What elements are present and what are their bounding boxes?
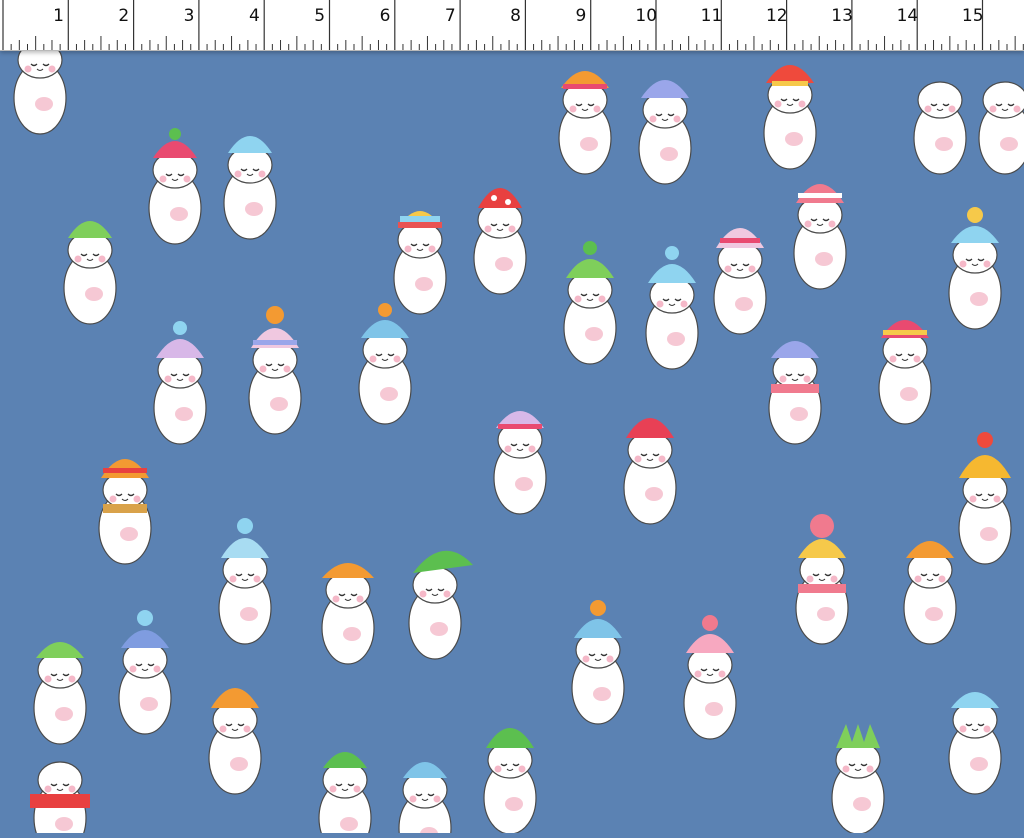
ruler-number: 10 — [635, 6, 658, 26]
fabric-print — [0, 0, 1024, 838]
measuring-ruler: 1 2 3 4 5 6 7 8 9 10 11 12 13 14 15 — [0, 0, 1024, 51]
ruler-number: 4 — [248, 6, 260, 26]
ruler-number: 6 — [379, 6, 391, 26]
ruler-number: 5 — [314, 6, 326, 26]
ruler-number: 3 — [183, 6, 195, 26]
ruler-number: 14 — [896, 6, 919, 26]
ruler-number: 7 — [444, 6, 456, 26]
ruler-number: 1 — [53, 6, 64, 26]
ruler-number: 2 — [118, 6, 130, 26]
ruler-number: 15 — [961, 6, 984, 26]
ruler-number: 12 — [765, 6, 788, 26]
cat-pattern-illustration — [13, 41, 1024, 838]
ruler-number: 11 — [700, 6, 723, 26]
ruler-number: 9 — [575, 6, 587, 26]
ruler-number: 8 — [510, 6, 522, 26]
ruler-number: 13 — [831, 6, 853, 26]
